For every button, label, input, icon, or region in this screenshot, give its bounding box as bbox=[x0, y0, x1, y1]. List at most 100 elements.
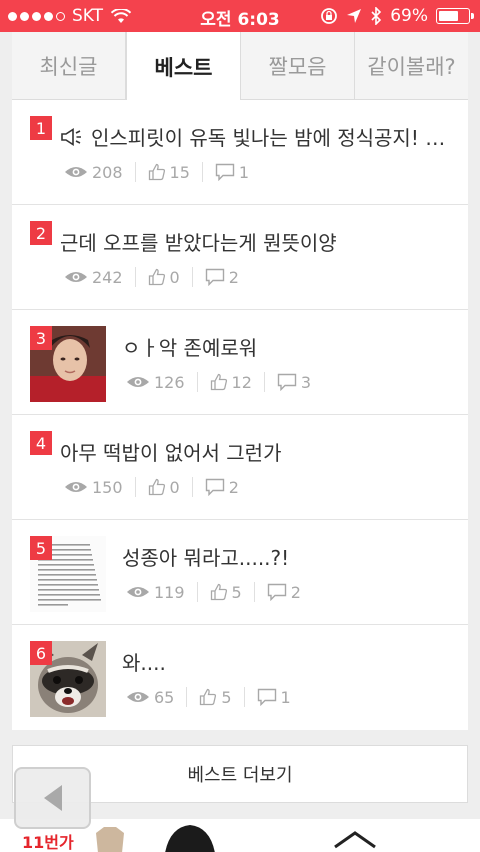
best-post-list: 1 인스피릿이 유독 빛나는 밤에 정식공지! … 208 15 1 2 근데 오프를 받았… bbox=[12, 100, 468, 730]
tab-3[interactable]: 같이볼래? bbox=[355, 32, 468, 99]
meta-divider bbox=[263, 372, 265, 392]
meta-divider bbox=[134, 162, 136, 182]
rank-badge: 6 bbox=[30, 641, 52, 665]
eye-icon bbox=[64, 270, 88, 284]
thumbs-up-icon bbox=[148, 163, 166, 181]
view-count: 65 bbox=[126, 688, 186, 707]
post-meta: 65 5 1 bbox=[126, 687, 303, 707]
tab-bar: 최신글 베스트 짤모음 같이볼래? bbox=[12, 32, 468, 101]
like-count: 15 bbox=[148, 163, 202, 182]
post-meta: 119 5 2 bbox=[126, 582, 313, 602]
ad-logo: 11번가 bbox=[22, 833, 74, 852]
eye-icon bbox=[64, 480, 88, 494]
post-title-row[interactable]: ㅇㅏ악 존예로워 bbox=[122, 332, 454, 361]
post-meta: 242 0 2 bbox=[64, 267, 251, 287]
post-title-row[interactable]: 와.... bbox=[122, 647, 454, 676]
post-meta: 126 12 3 bbox=[126, 372, 323, 392]
post-title: 근데 오프를 받았다는게 뭔뜻이양 bbox=[60, 231, 337, 255]
rank-badge: 3 bbox=[30, 326, 52, 350]
battery-percent: 69% bbox=[390, 6, 428, 26]
view-count: 242 bbox=[64, 268, 135, 287]
thumbs-up-icon bbox=[210, 583, 228, 601]
rank-badge: 1 bbox=[30, 116, 52, 140]
meta-divider bbox=[196, 582, 198, 602]
tab-0[interactable]: 최신글 bbox=[12, 32, 126, 99]
comment-count: 1 bbox=[215, 163, 261, 182]
meta-divider bbox=[134, 477, 136, 497]
comment-icon bbox=[257, 688, 277, 706]
view-count-value: 150 bbox=[92, 477, 123, 497]
comment-count: 2 bbox=[267, 583, 313, 602]
like-count-value: 5 bbox=[221, 687, 232, 707]
post-title-row[interactable]: 성종아 뭐라고.....?! bbox=[122, 542, 454, 571]
comment-count: 2 bbox=[205, 268, 251, 287]
rank-badge: 4 bbox=[30, 431, 52, 455]
like-count-value: 0 bbox=[169, 477, 180, 497]
comment-icon bbox=[205, 478, 225, 496]
view-count: 119 bbox=[126, 583, 197, 602]
comment-count-value: 2 bbox=[290, 582, 301, 602]
tab-2[interactable]: 짤모음 bbox=[241, 32, 355, 99]
like-count-value: 5 bbox=[231, 582, 242, 602]
like-count-value: 15 bbox=[169, 162, 190, 182]
comment-count-value: 1 bbox=[280, 687, 291, 707]
like-count: 12 bbox=[210, 373, 264, 392]
ad-jacket-image bbox=[96, 827, 124, 852]
comment-icon bbox=[277, 373, 297, 391]
rank-badge: 5 bbox=[30, 536, 52, 560]
view-count: 150 bbox=[64, 478, 135, 497]
comment-count-value: 2 bbox=[228, 267, 239, 287]
thumbs-up-icon bbox=[199, 688, 217, 706]
like-count: 0 bbox=[148, 268, 192, 287]
location-arrow-icon bbox=[347, 9, 362, 23]
tab-1[interactable]: 베스트 bbox=[126, 32, 241, 101]
thumbs-up-icon bbox=[148, 268, 166, 286]
meta-divider bbox=[134, 267, 136, 287]
post-title-row[interactable]: 근데 오프를 받았다는게 뭔뜻이양 bbox=[60, 227, 454, 256]
post-title: 아무 떡밥이 없어서 그런가 bbox=[60, 441, 282, 465]
eye-icon bbox=[126, 585, 150, 599]
comment-icon bbox=[267, 583, 287, 601]
thumbs-up-icon bbox=[148, 478, 166, 496]
status-right: 69% bbox=[320, 6, 474, 26]
post-title-row[interactable]: 인스피릿이 유독 빛나는 밤에 정식공지! … bbox=[60, 122, 454, 151]
like-count: 0 bbox=[148, 478, 192, 497]
post-title: 인스피릿이 유독 빛나는 밤에 정식공지! … bbox=[91, 126, 446, 150]
post-item[interactable]: 3 ㅇㅏ악 존예로워 126 12 3 bbox=[12, 310, 468, 415]
meta-divider bbox=[201, 162, 203, 182]
eye-icon bbox=[126, 690, 150, 704]
rank-badge: 2 bbox=[30, 221, 52, 245]
view-count: 126 bbox=[126, 373, 197, 392]
megaphone-icon bbox=[60, 127, 86, 147]
post-meta: 208 15 1 bbox=[64, 162, 261, 182]
meta-divider bbox=[191, 477, 193, 497]
view-count-value: 65 bbox=[154, 687, 175, 707]
view-count-value: 208 bbox=[92, 162, 123, 182]
eye-icon bbox=[64, 165, 88, 179]
post-title: ㅇㅏ악 존예로워 bbox=[122, 336, 258, 360]
comment-count-value: 1 bbox=[238, 162, 250, 182]
status-left: SKT bbox=[8, 6, 132, 26]
post-item[interactable]: 1 인스피릿이 유독 빛나는 밤에 정식공지! … 208 15 1 bbox=[12, 100, 468, 205]
comment-icon bbox=[205, 268, 225, 286]
carrier-name: SKT bbox=[72, 6, 104, 26]
status-bar: SKT 오전 6:03 69% bbox=[0, 0, 480, 32]
back-button[interactable] bbox=[14, 767, 91, 829]
rotation-lock-icon bbox=[321, 8, 338, 24]
post-item[interactable]: 5 성종아 뭐라고.....?! 119 5 2 bbox=[12, 520, 468, 625]
comment-count-value: 2 bbox=[228, 477, 239, 497]
post-item[interactable]: 4 아무 떡밥이 없어서 그런가 150 0 2 bbox=[12, 415, 468, 520]
meta-divider bbox=[253, 582, 255, 602]
bluetooth-icon bbox=[371, 7, 382, 25]
view-count-value: 242 bbox=[92, 267, 123, 287]
post-item[interactable]: 6 와.... 65 5 1 bbox=[12, 625, 468, 730]
view-count-value: 126 bbox=[154, 372, 185, 392]
comment-count: 2 bbox=[205, 478, 251, 497]
post-item[interactable]: 2 근데 오프를 받았다는게 뭔뜻이양 242 0 2 bbox=[12, 205, 468, 310]
ad-hat-image bbox=[165, 825, 215, 852]
post-title-row[interactable]: 아무 떡밥이 없어서 그런가 bbox=[60, 437, 454, 466]
like-count: 5 bbox=[199, 688, 243, 707]
back-arrow-icon bbox=[43, 785, 62, 811]
like-count-value: 0 bbox=[169, 267, 180, 287]
signal-strength-icon bbox=[8, 11, 65, 21]
